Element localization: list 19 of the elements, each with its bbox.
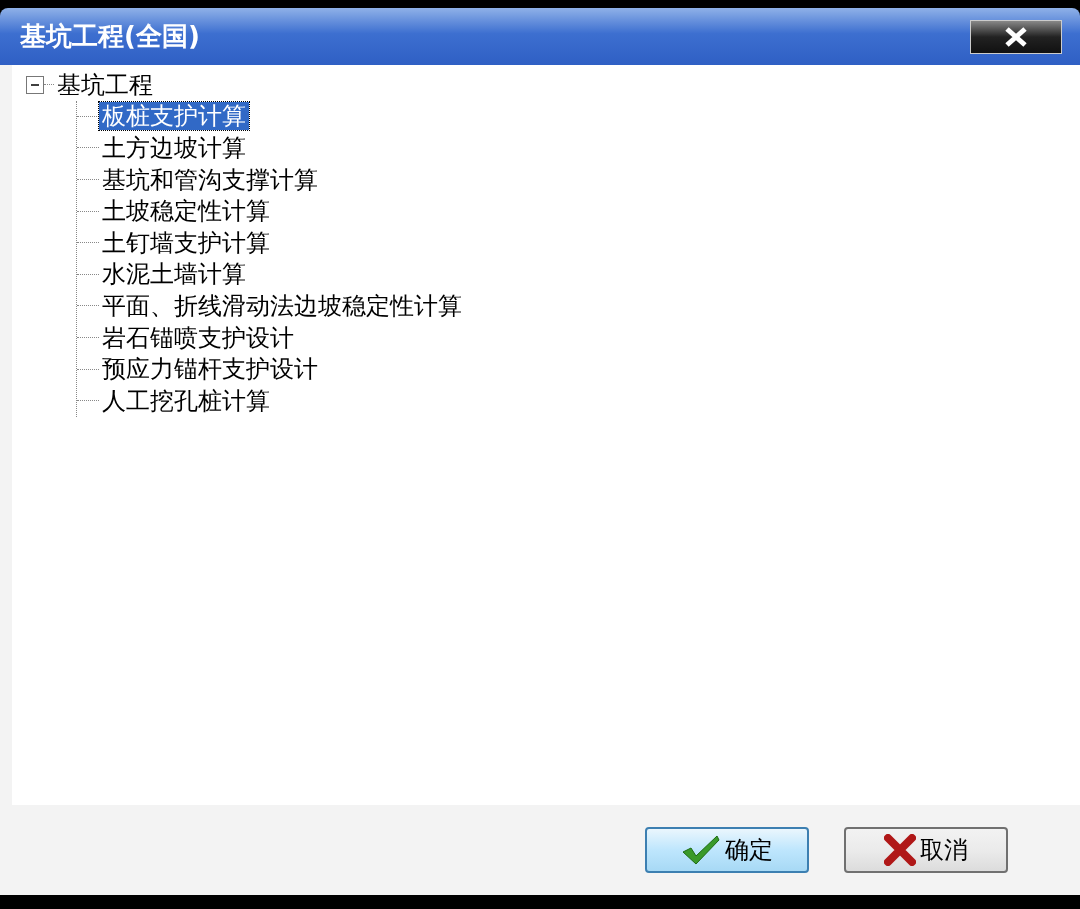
- tree-item[interactable]: 岩石锚喷支护设计: [99, 323, 297, 352]
- tree-item[interactable]: 预应力锚杆支护设计: [99, 355, 321, 384]
- collapse-icon[interactable]: [26, 75, 44, 94]
- checkmark-icon: [681, 834, 721, 866]
- tree-item[interactable]: 板桩支护计算: [99, 102, 249, 131]
- cross-icon: [884, 834, 916, 866]
- tree-item[interactable]: 土坡稳定性计算: [99, 197, 273, 226]
- tree-item[interactable]: 基坑和管沟支撑计算: [99, 165, 321, 194]
- tree-item[interactable]: 水泥土墙计算: [99, 260, 249, 289]
- tree-item[interactable]: 平面、折线滑动法边坡稳定性计算: [99, 291, 465, 320]
- tree-item[interactable]: 土钉墙支护计算: [99, 228, 273, 257]
- tree-item[interactable]: 人工挖孔桩计算: [99, 386, 273, 415]
- close-button[interactable]: [970, 19, 1062, 54]
- cancel-button[interactable]: 取消: [844, 827, 1008, 873]
- tree-item[interactable]: 基坑工程: [54, 70, 156, 99]
- window-title: 基坑工程(全国): [20, 20, 200, 53]
- ok-button[interactable]: 确定: [645, 827, 809, 873]
- tree-item[interactable]: 土方边坡计算: [99, 134, 249, 162]
- close-icon: [1004, 26, 1028, 47]
